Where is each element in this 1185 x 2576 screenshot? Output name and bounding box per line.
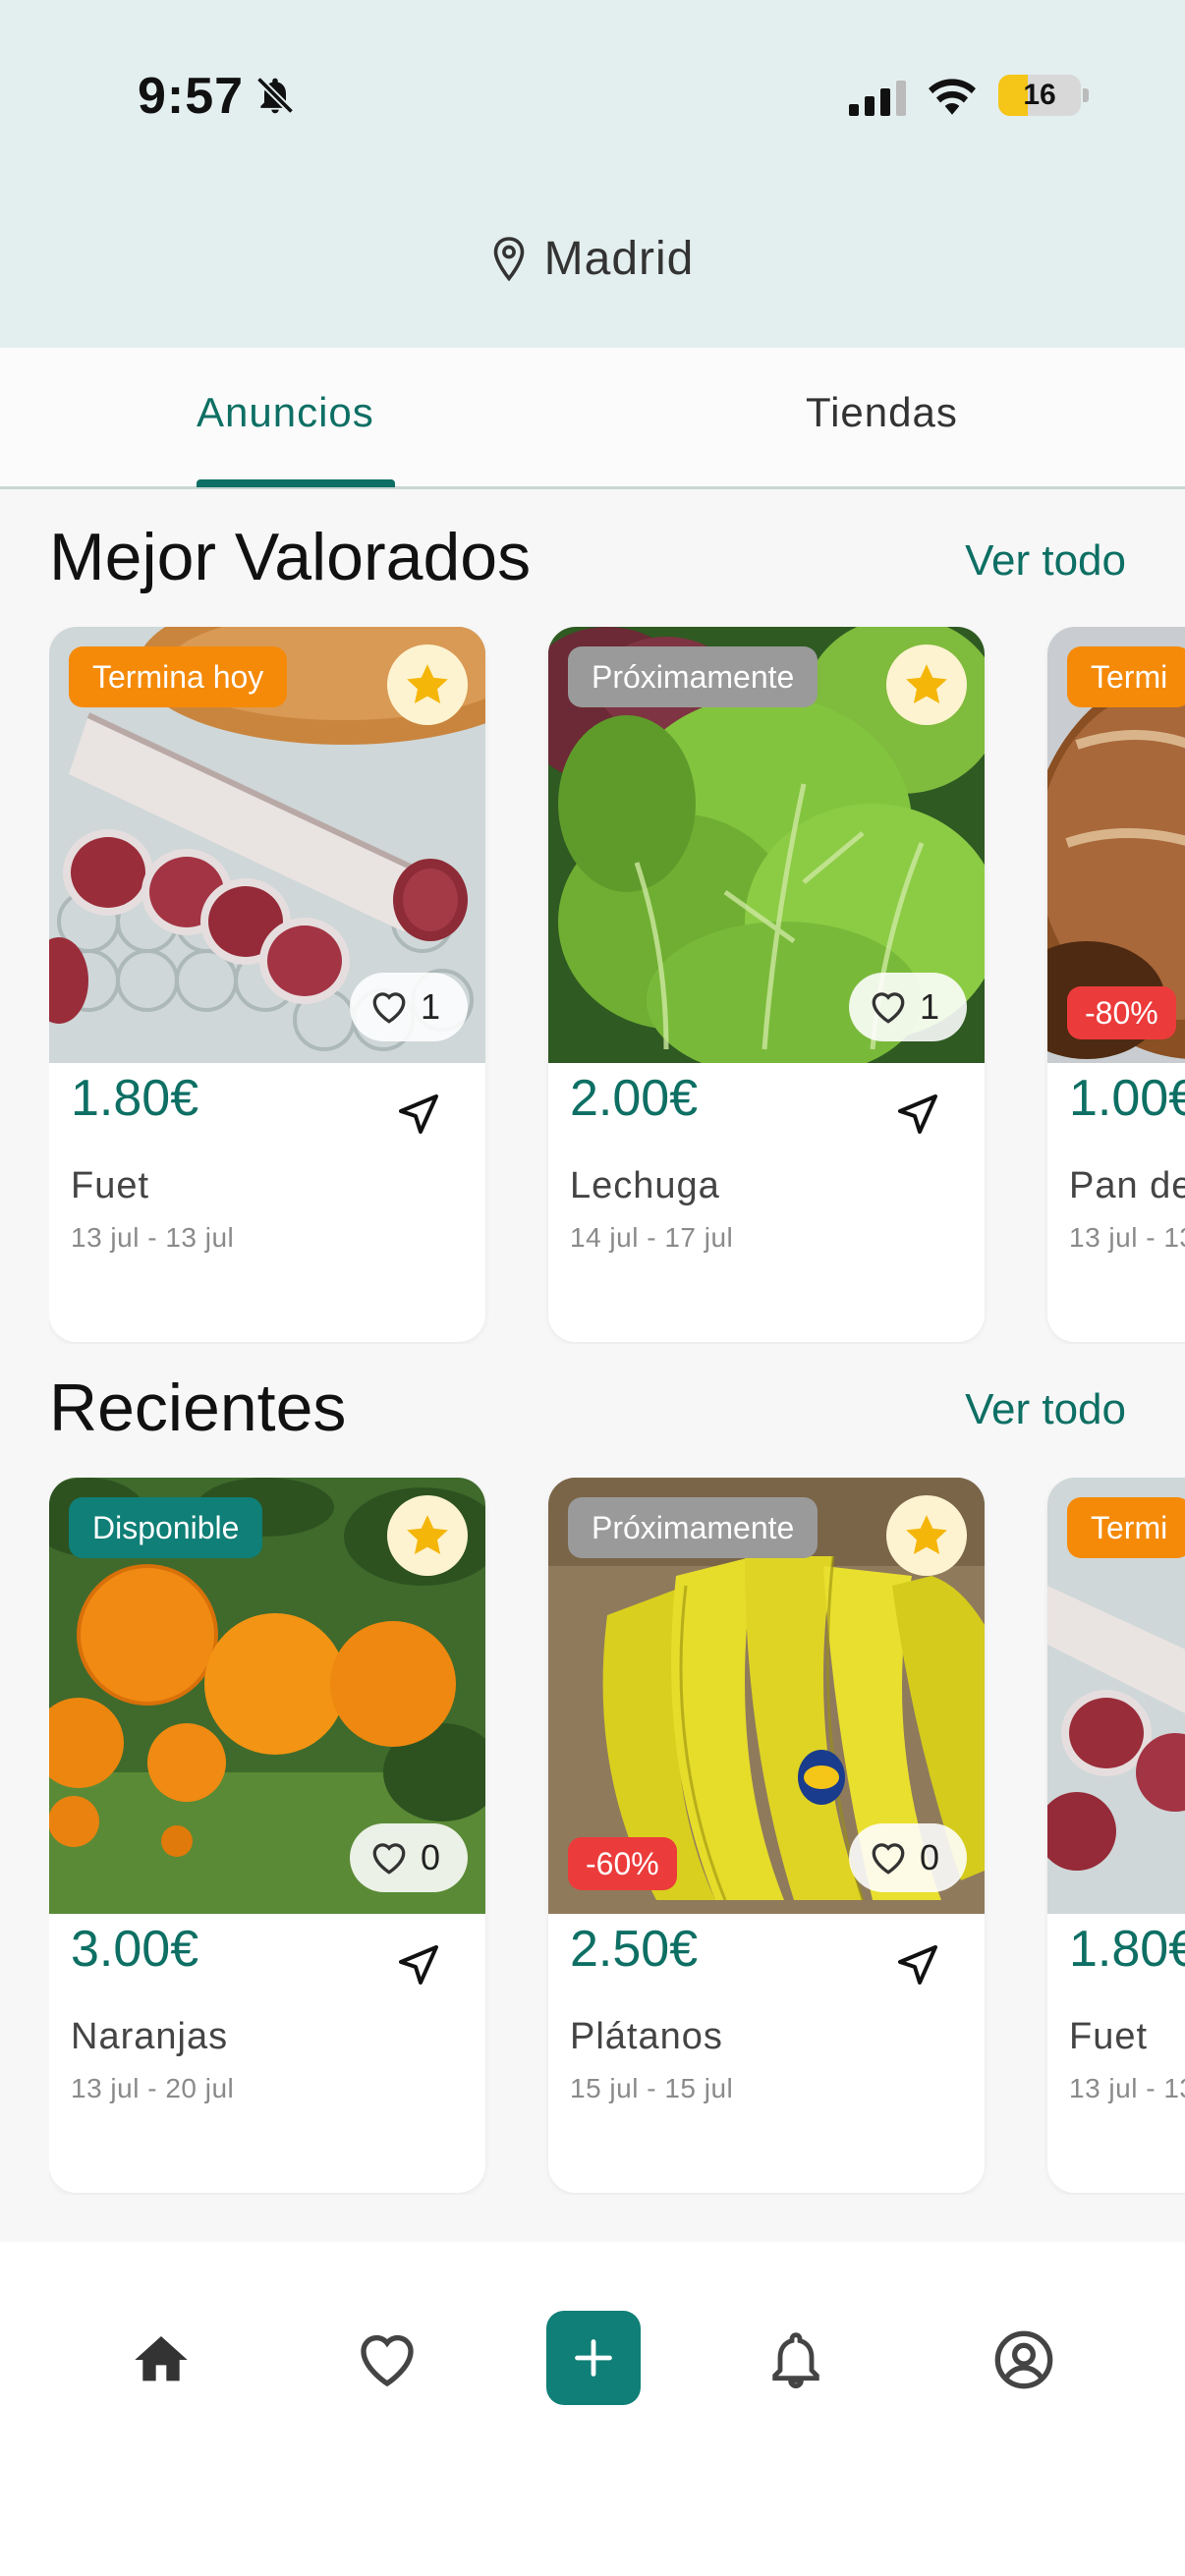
heart-icon (872, 1843, 905, 1875)
favorite-star-button[interactable] (387, 1495, 468, 1576)
status-badge: Próximamente (568, 1497, 818, 1558)
product-card[interactable]: Disponible 0 3.00€ Naranjas 13 jul - 20 … (49, 1478, 485, 2193)
product-dates: 13 jul - 13 jul (71, 1222, 235, 1253)
navigate-arrow-icon[interactable] (894, 1941, 941, 1988)
product-dates: 14 jul - 17 jul (570, 1222, 734, 1253)
product-name: Naranjas (71, 2016, 229, 2057)
like-counter[interactable]: 1 (350, 973, 468, 1041)
location-pin-icon (493, 236, 524, 281)
tab-tiendas[interactable]: Tiendas (806, 389, 958, 436)
product-dates: 13 jul - 13 (1069, 2073, 1185, 2103)
discount-badge: -80% (1067, 986, 1176, 1039)
battery-indicator: 16 (998, 75, 1089, 116)
see-all-button[interactable]: Ver todo (965, 536, 1126, 586)
product-name: Pan de (1069, 1165, 1185, 1206)
bell-off-icon (255, 76, 295, 115)
heart-icon (372, 1843, 406, 1875)
location-selector[interactable]: Madrid (0, 232, 1185, 286)
product-price: 2.00€ (570, 1070, 699, 1127)
signal-icon (849, 81, 906, 116)
wifi-icon (929, 79, 976, 115)
product-card[interactable]: Próximamente -60% 0 2.50€ Plátanos 15 ju… (548, 1478, 985, 2193)
star-icon (407, 664, 448, 703)
like-count: 0 (920, 1837, 940, 1877)
tab-bar: Anuncios Tiendas (0, 348, 1185, 489)
product-card[interactable]: Próximamente 1 2.00€ Lechuga 14 jul - 17… (548, 627, 985, 1342)
star-icon (906, 664, 947, 703)
navigate-arrow-icon[interactable] (395, 1091, 442, 1138)
product-price: 2.50€ (570, 1921, 699, 1978)
plus-icon (575, 2339, 612, 2377)
header-area: 9:57 16 Madrid (0, 0, 1185, 348)
like-count: 0 (421, 1837, 441, 1877)
product-price: 1.80€ (1069, 1921, 1185, 1978)
bell-icon[interactable] (764, 2328, 827, 2391)
favorite-star-button[interactable] (886, 1495, 967, 1576)
product-card[interactable]: Termi -80% 1.00€ Pan de 13 jul - 13 (1047, 627, 1185, 1342)
star-icon (407, 1515, 448, 1554)
discount-badge: -60% (568, 1837, 677, 1890)
product-name: Fuet (1069, 2016, 1149, 2057)
card-row-recientes: Disponible 0 3.00€ Naranjas 13 jul - 20 … (49, 1478, 1185, 2195)
favorite-star-button[interactable] (886, 644, 967, 725)
like-count: 1 (421, 986, 441, 1027)
product-dates: 15 jul - 15 jul (570, 2073, 734, 2103)
product-price: 1.00€ (1069, 1070, 1185, 1127)
see-all-button[interactable]: Ver todo (965, 1385, 1126, 1434)
status-badge: Próximamente (568, 646, 818, 707)
like-counter[interactable]: 0 (350, 1823, 468, 1892)
product-card[interactable]: Termina hoy 1 1.80€ Fuet 13 jul - 13 jul (49, 627, 485, 1342)
product-card[interactable]: Termi 1.80€ Fuet 13 jul - 13 (1047, 1478, 1185, 2193)
status-badge: Disponible (69, 1497, 263, 1558)
status-badge: Termi (1067, 1497, 1185, 1558)
product-name: Plátanos (570, 2016, 723, 2057)
add-listing-button[interactable] (546, 2311, 641, 2405)
heart-icon (372, 992, 406, 1024)
bottom-navigation (0, 2242, 1185, 2576)
like-counter[interactable]: 0 (849, 1823, 967, 1892)
product-name: Lechuga (570, 1165, 720, 1206)
like-count: 1 (920, 986, 940, 1027)
favorite-star-button[interactable] (387, 644, 468, 725)
product-price: 3.00€ (71, 1921, 199, 1978)
star-icon (906, 1515, 947, 1554)
product-dates: 13 jul - 20 jul (71, 2073, 235, 2103)
status-time: 9:57 (138, 68, 245, 125)
home-icon[interactable] (130, 2328, 193, 2391)
heart-icon[interactable] (356, 2328, 419, 2391)
card-row-mejor-valorados: Termina hoy 1 1.80€ Fuet 13 jul - 13 jul (49, 627, 1185, 1344)
tab-indicator (197, 479, 395, 487)
status-badge: Termi (1067, 646, 1185, 707)
tab-anuncios[interactable]: Anuncios (197, 389, 374, 436)
section-title-recientes: Recientes (49, 1371, 347, 1445)
like-counter[interactable]: 1 (849, 973, 967, 1041)
heart-icon (872, 992, 905, 1024)
product-name: Fuet (71, 1165, 150, 1206)
navigate-arrow-icon[interactable] (395, 1941, 442, 1988)
profile-icon[interactable] (992, 2328, 1055, 2391)
product-price: 1.80€ (71, 1070, 199, 1127)
navigate-arrow-icon[interactable] (894, 1091, 941, 1138)
product-dates: 13 jul - 13 (1069, 1222, 1185, 1253)
location-label: Madrid (543, 233, 695, 285)
section-title-mejor-valorados: Mejor Valorados (49, 520, 532, 594)
status-badge: Termina hoy (69, 646, 288, 707)
